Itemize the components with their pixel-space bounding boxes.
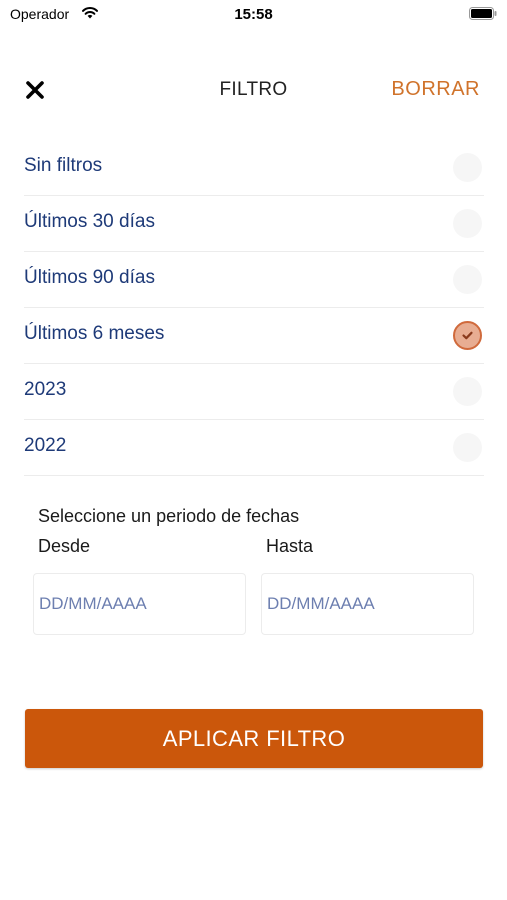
- option-label: Últimos 6 meses: [24, 323, 165, 344]
- from-date-input[interactable]: [33, 573, 246, 635]
- filter-option-sin-filtros[interactable]: Sin filtros: [24, 140, 484, 196]
- from-label: Desde: [38, 536, 91, 556]
- filter-option-2022[interactable]: 2022: [24, 420, 484, 476]
- radio-button[interactable]: [453, 377, 482, 406]
- apply-filter-button[interactable]: APLICAR FILTRO: [25, 709, 483, 768]
- option-label: 2022: [24, 435, 67, 456]
- filter-option-90-dias[interactable]: Últimos 90 días: [24, 252, 484, 308]
- radio-button[interactable]: [453, 153, 482, 182]
- to-date-input[interactable]: [261, 573, 474, 635]
- filter-option-6-meses[interactable]: Últimos 6 meses: [24, 308, 484, 364]
- option-label: Sin filtros: [24, 155, 103, 176]
- status-time: 15:58: [234, 6, 273, 23]
- status-bar: Operador 15:58: [0, 0, 507, 30]
- filter-options-list: Sin filtros Últimos 30 días Últimos 90 d…: [24, 140, 484, 476]
- option-label: Últimos 90 días: [24, 267, 155, 288]
- option-label: Últimos 30 días: [24, 211, 155, 232]
- radio-button[interactable]: [453, 265, 482, 294]
- date-range-title: Seleccione un periodo de fechas: [38, 506, 300, 526]
- header: FILTRO BORRAR: [0, 68, 507, 110]
- radio-button[interactable]: [453, 209, 482, 238]
- clear-button[interactable]: BORRAR: [391, 78, 480, 101]
- to-label: Hasta: [266, 536, 314, 556]
- battery-icon: [469, 7, 497, 20]
- filter-option-30-dias[interactable]: Últimos 30 días: [24, 196, 484, 252]
- check-icon: [462, 331, 473, 340]
- radio-button-selected[interactable]: [453, 321, 482, 350]
- option-label: 2023: [24, 379, 67, 400]
- radio-button[interactable]: [453, 433, 482, 462]
- filter-option-2023[interactable]: 2023: [24, 364, 484, 420]
